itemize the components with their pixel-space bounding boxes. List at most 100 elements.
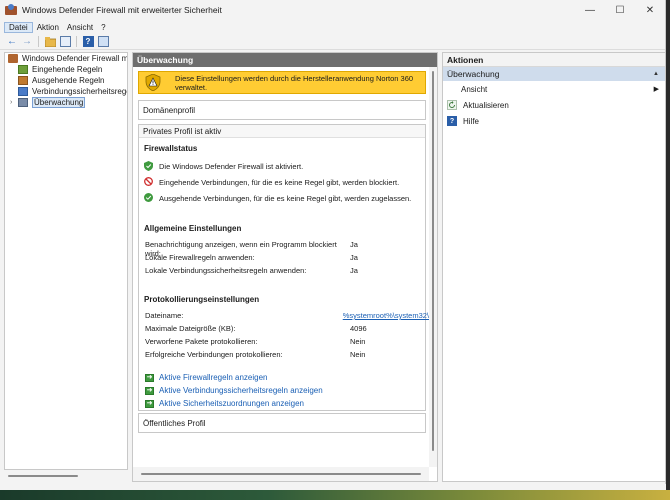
center-vertical-scrollbar[interactable] [429,67,437,467]
menu-aktion[interactable]: Aktion [33,23,63,32]
collapse-caret-icon[interactable]: ▲ [653,71,659,77]
link-active-security-associations[interactable]: ➜ Aktive Sicherheitszuordnungen anzeigen [145,399,304,408]
status-firewall-enabled: Die Windows Defender Firewall ist aktivi… [144,161,303,171]
center-horizontal-scrollbar[interactable] [133,467,429,481]
tree-root-label: Windows Defender Firewall mit erweiterte… [22,54,128,63]
desktop-background [0,490,670,500]
action-label: Ansicht [461,84,488,94]
logging-key: Verworfene Pakete protokollieren: [145,337,258,346]
actions-pane: Aktionen Überwachung ▲ Ansicht ▶ Aktuali… [442,52,666,482]
action-label: Aktualisieren [463,100,509,110]
connection-security-icon [18,87,28,96]
logging-value: 4096 [350,324,367,333]
setting-row: Lokale Verbindungssicherheitsregeln anwe… [145,266,429,275]
menu-bar: Datei Aktion Ansicht ? [0,20,665,34]
back-arrow-icon[interactable]: ← [6,36,18,48]
green-arrow-icon: ➜ [145,386,154,395]
help-icon[interactable]: ? [82,36,94,48]
link-text[interactable]: Aktive Firewallregeln anzeigen [159,373,268,382]
action-refresh[interactable]: Aktualisieren [443,97,665,113]
logging-settings-title: Protokollierungseinstellungen [144,295,260,304]
app-window: Windows Defender Firewall mit erweiterte… [0,0,666,490]
action-view[interactable]: Ansicht ▶ [443,81,665,97]
tree-horizontal-scrollbar[interactable] [4,470,128,482]
up-folder-icon[interactable] [44,36,56,48]
public-profile-title: Öffentliches Profil [139,414,425,432]
action-help[interactable]: ? Hilfe [443,113,665,129]
setting-value: Ja [350,253,358,262]
green-arrow-icon: ➜ [145,373,154,382]
tree-item-connection-security[interactable]: Verbindungssicherheitsregeln [5,86,127,97]
window-controls: — ☐ ✕ [575,0,665,20]
logging-row: Dateiname: %systemroot%\system32\ [145,311,429,320]
green-check-circle-icon [144,193,153,203]
general-settings-title: Allgemeine Einstellungen [144,224,242,233]
private-profile-title[interactable]: Privates Profil ist aktiv [139,125,425,138]
show-hide-tree-icon[interactable] [59,36,71,48]
logging-row: Verworfene Pakete protokollieren: Nein [145,337,429,346]
tree-item-outbound-rules[interactable]: Ausgehende Regeln [5,75,127,86]
log-filename-link[interactable]: %systemroot%\system32\ [343,311,429,320]
toolbar: ← → ? [0,34,665,50]
status-text: Eingehende Verbindungen, für die es kein… [159,177,400,187]
action-label: Hilfe [463,116,480,126]
firewall-app-icon [5,4,17,16]
setting-row: Lokale Firewallregeln anwenden: Ja [145,253,429,262]
logging-key: Maximale Dateigröße (KB): [145,324,236,333]
private-profile-box: Privates Profil ist aktiv Firewallstatus… [138,124,429,411]
center-pane: Überwachung Diese Einstellungen werden d… [132,52,438,482]
window-title: Windows Defender Firewall mit erweiterte… [22,5,222,15]
logging-value: Nein [350,350,366,359]
logging-key: Dateiname: [145,311,184,320]
main-content: Windows Defender Firewall mit erweiterte… [0,52,666,490]
warning-shield-icon [145,73,161,92]
link-text[interactable]: Aktive Sicherheitszuordnungen anzeigen [159,399,304,408]
properties-icon[interactable] [97,36,109,48]
maximize-button[interactable]: ☐ [605,0,635,20]
close-button[interactable]: ✕ [635,0,665,20]
title-bar: Windows Defender Firewall mit erweiterte… [0,0,665,20]
green-arrow-icon: ➜ [145,399,154,408]
menu-datei[interactable]: Datei [4,21,33,33]
chevron-right-icon[interactable]: › [10,99,12,106]
navigation-tree: Windows Defender Firewall mit erweiterte… [4,52,128,470]
banner-text: Diese Einstellungen werden durch die Her… [175,73,414,92]
logging-row: Erfolgreiche Verbindungen protokollieren… [145,350,429,359]
tree-root[interactable]: Windows Defender Firewall mit erweiterte… [5,53,127,64]
tree-item-label: Verbindungssicherheitsregeln [32,87,128,96]
status-text: Ausgehende Verbindungen, für die es kein… [159,193,412,203]
tree-item-monitoring[interactable]: › Überwachung [5,97,127,108]
status-text: Die Windows Defender Firewall ist aktivi… [159,161,304,171]
setting-key: Lokale Firewallregeln anwenden: [145,253,255,262]
status-outbound-allowed: Ausgehende Verbindungen, für die es kein… [144,193,411,203]
managed-banner: Diese Einstellungen werden durch die Her… [138,71,426,94]
refresh-icon [447,100,457,110]
firewall-status-title: Firewallstatus [144,144,198,153]
domain-profile-box[interactable]: Domänenprofil [138,100,426,120]
menu-help[interactable]: ? [97,23,109,32]
tree-item-label: Eingehende Regeln [32,65,103,74]
menu-ansicht[interactable]: Ansicht [63,23,97,32]
link-active-firewall-rules[interactable]: ➜ Aktive Firewallregeln anzeigen [145,373,268,382]
actions-section-monitoring[interactable]: Überwachung ▲ [443,67,665,81]
tree-item-inbound-rules[interactable]: Eingehende Regeln [5,64,127,75]
help-icon: ? [447,116,457,126]
minimize-button[interactable]: — [575,0,605,20]
green-shield-check-icon [144,161,153,171]
center-body: Diese Einstellungen werden durch die Her… [133,67,429,467]
submenu-arrow-icon: ▶ [653,86,659,93]
center-header: Überwachung [133,53,437,67]
toolbar-separator [38,36,39,47]
tree-item-label: Überwachung [32,97,86,108]
firewall-icon [8,54,18,63]
status-inbound-blocked: Eingehende Verbindungen, für die es kein… [144,177,399,187]
public-profile-box[interactable]: Öffentliches Profil [138,413,426,433]
link-active-connection-security-rules[interactable]: ➜ Aktive Verbindungssicherheitsregeln an… [145,386,323,395]
inbound-rules-icon [18,65,28,74]
forward-arrow-icon[interactable]: → [21,36,33,48]
red-block-icon [144,177,153,187]
actions-section-label: Überwachung [447,69,500,79]
domain-profile-title: Domänenprofil [139,101,425,119]
logging-key: Erfolgreiche Verbindungen protokollieren… [145,350,283,359]
link-text[interactable]: Aktive Verbindungssicherheitsregeln anze… [159,386,323,395]
